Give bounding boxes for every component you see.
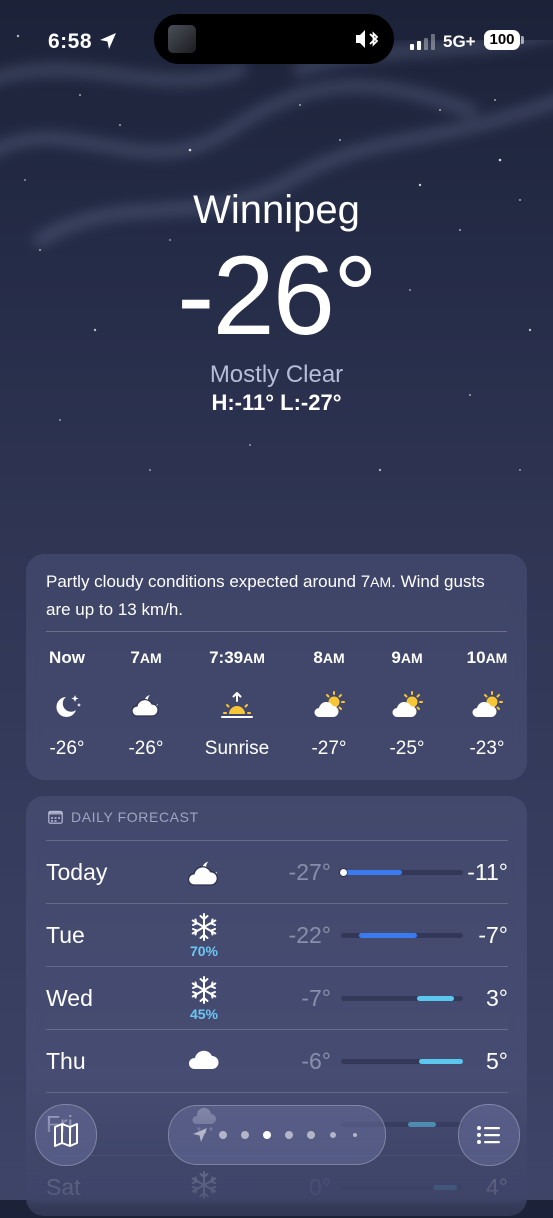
daily-row-tue[interactable]: Tue 70% -22° -7° (46, 904, 508, 966)
day-name: Today (46, 859, 108, 885)
hourly-item: 10AM -23° (447, 648, 527, 760)
temperature-range-bar (340, 869, 463, 876)
cloud-moon-icon (128, 689, 164, 723)
hourly-temperature: -27° (311, 738, 347, 759)
now-playing-artwork (168, 25, 196, 53)
current-condition: Mostly Clear (209, 361, 344, 388)
sunrise-icon (219, 689, 255, 723)
map-button[interactable] (35, 1104, 97, 1166)
hourly-temperature: -26° (128, 738, 164, 759)
hourly-time: 10AM (466, 648, 508, 667)
temperature-range-fill (359, 933, 417, 938)
page-dot[interactable] (263, 1131, 271, 1139)
hourly-time: 7AM (130, 648, 162, 667)
hourly-temperature: -23° (469, 738, 505, 759)
low-temperature: -27° (288, 859, 331, 885)
snowflake-icon (184, 975, 224, 1005)
temperature-range-bar (341, 1059, 463, 1064)
temperature-range-fill (341, 870, 402, 875)
hourly-item: 7AM -26° (106, 648, 186, 760)
cloud-icon (184, 1044, 224, 1074)
battery-tip (521, 36, 524, 44)
cellular-signal-icon (410, 34, 435, 50)
hourly-item: Now -26° (27, 648, 107, 760)
high-temperature: -7° (478, 922, 508, 948)
temperature-range-bar (341, 933, 463, 938)
high-temperature: 5° (486, 1048, 508, 1074)
temperature-range-fill (419, 1059, 463, 1064)
daily-row-today[interactable]: Today -27° -11° (46, 841, 508, 903)
day-name: Tue (46, 922, 85, 948)
hourly-temperature: -25° (389, 738, 425, 759)
day-name: Thu (46, 1048, 86, 1074)
battery-indicator: 100 (484, 30, 520, 50)
current-temperature: -26° (177, 233, 378, 358)
page-dot[interactable] (219, 1131, 227, 1139)
hourly-item: 9AM -25° (367, 648, 447, 760)
hourly-time: 8AM (313, 648, 345, 667)
snowflake-icon (184, 912, 224, 942)
current-temperature-dot (340, 869, 347, 876)
cloud-sun-icon (469, 689, 505, 723)
cloud-moon-icon (184, 855, 224, 886)
list-icon (477, 1126, 500, 1144)
location-arrow-icon (100, 33, 116, 49)
muted-speaker-bluetooth-icon (356, 30, 379, 48)
high-temperature: -11° (467, 859, 508, 885)
hourly-time: Now (49, 648, 85, 667)
page-dot[interactable] (241, 1131, 249, 1139)
calendar-icon (48, 810, 63, 824)
cloud-sun-icon (389, 689, 425, 723)
hourly-time: 9AM (391, 648, 423, 667)
city-name: Winnipeg (193, 188, 360, 232)
day-name: Wed (46, 985, 93, 1011)
page-dot[interactable] (330, 1132, 336, 1138)
low-temperature: -6° (301, 1048, 331, 1074)
low-temperature: -22° (288, 922, 331, 948)
precipitation-chance: 70% (189, 943, 219, 959)
low-temperature: -7° (301, 985, 331, 1011)
page-dot[interactable] (353, 1133, 357, 1137)
map-icon (54, 1123, 78, 1147)
page-dot[interactable] (307, 1131, 315, 1139)
daily-forecast-header: DAILY FORECAST (48, 809, 199, 825)
daily-forecast-title: DAILY FORECAST (71, 809, 199, 825)
status-bar: 6:58 5G+ 100 (0, 0, 553, 80)
hourly-forecast-card[interactable]: Partly cloudy conditions expected around… (26, 554, 527, 780)
high-temperature: 3° (486, 985, 508, 1011)
hourly-item: 8AM -27° (289, 648, 369, 760)
dynamic-island[interactable] (154, 14, 394, 64)
cloud-sun-icon (311, 689, 347, 723)
temperature-range-bar (341, 996, 463, 1001)
hourly-item: 7:39AM Sunrise (197, 648, 277, 760)
temperature-range-fill (416, 996, 455, 1001)
precipitation-chance: 45% (189, 1006, 219, 1022)
city-list-button[interactable] (458, 1104, 520, 1166)
network-type: 5G+ (443, 32, 476, 51)
hourly-temperature: -26° (49, 738, 85, 759)
high-low-temperature: H:-11° L:-27° (211, 390, 342, 415)
page-indicator[interactable] (168, 1105, 386, 1165)
hourly-temperature: Sunrise (204, 738, 270, 759)
hourly-time: 7:39AM (209, 648, 265, 667)
forecast-summary: Partly cloudy conditions expected around… (46, 572, 485, 619)
hourly-divider (46, 631, 507, 632)
daily-row-wed[interactable]: Wed 45% -7° 3° (46, 967, 508, 1029)
status-time: 6:58 (48, 30, 93, 53)
page-dot[interactable] (285, 1131, 293, 1139)
location-arrow-small-icon (193, 1128, 207, 1142)
moon-stars-icon (49, 689, 85, 723)
